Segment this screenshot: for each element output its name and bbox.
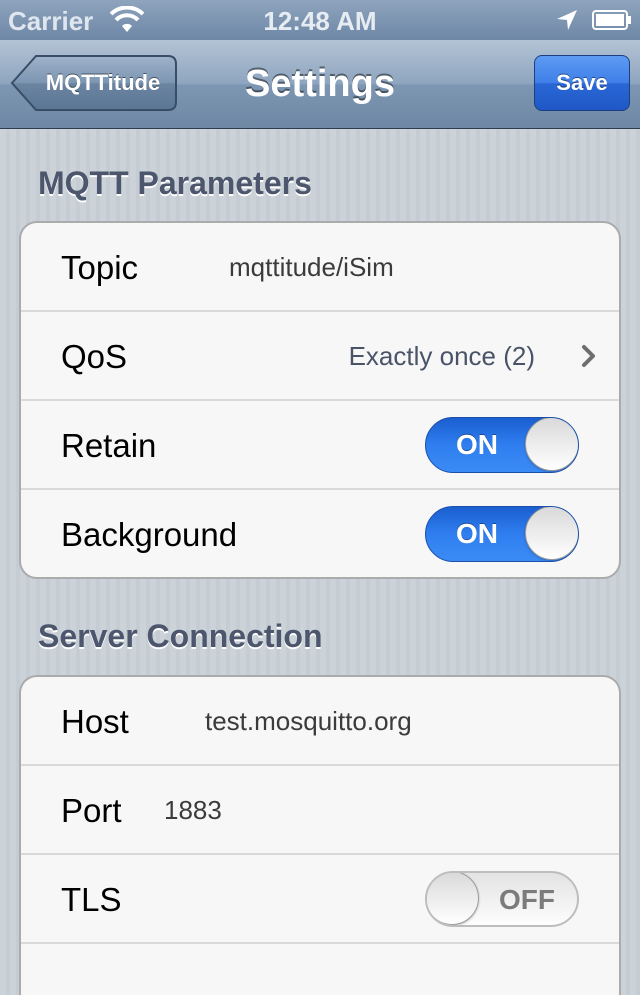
background-switch[interactable]: ON xyxy=(425,506,579,562)
retain-row: Retain ON xyxy=(21,401,619,490)
location-icon xyxy=(557,10,577,30)
port-row[interactable]: Port 1883 xyxy=(21,766,619,855)
retain-switch-label: ON xyxy=(456,429,498,460)
port-label: Port xyxy=(61,792,122,829)
retain-label: Retain xyxy=(61,427,157,464)
save-button[interactable]: Save xyxy=(534,55,630,111)
battery-icon xyxy=(592,10,631,30)
qos-label: QoS xyxy=(61,338,128,375)
switch-knob xyxy=(427,873,479,925)
host-field[interactable]: test.mosquitto.org xyxy=(205,677,412,766)
qos-value: Exactly once (2) xyxy=(348,341,535,371)
navigation-bar: MQTTitude Settings Save xyxy=(0,40,640,129)
tls-label: TLS xyxy=(61,881,122,918)
next-row xyxy=(21,944,619,995)
switch-knob xyxy=(525,507,578,560)
port-field[interactable]: 1883 xyxy=(164,766,222,855)
tls-switch-label: OFF xyxy=(499,884,555,915)
mqtt-parameters-group: Topic mqttitude/iSim QoS Exactly once (2… xyxy=(19,221,621,579)
server-connection-group: Host test.mosquitto.org Port 1883 TLS OF… xyxy=(19,675,621,995)
tls-switch[interactable]: OFF xyxy=(425,871,579,927)
retain-switch[interactable]: ON xyxy=(425,417,579,473)
topic-label: Topic xyxy=(61,249,139,286)
topic-field[interactable]: mqttitude/iSim xyxy=(229,223,394,312)
background-label: Background xyxy=(61,516,238,553)
status-bar: Carrier 12:48 AM xyxy=(0,0,640,40)
section-header-mqtt-parameters: MQTT Parameters xyxy=(38,165,312,201)
background-switch-label: ON xyxy=(456,518,498,549)
qos-row[interactable]: QoS Exactly once (2) xyxy=(21,312,619,401)
background-row: Background ON xyxy=(21,490,619,577)
section-header-server-connection: Server Connection xyxy=(38,618,323,654)
tls-row: TLS OFF xyxy=(21,855,619,944)
host-label: Host xyxy=(61,703,129,740)
back-button[interactable]: MQTTitude xyxy=(10,54,178,112)
host-row[interactable]: Host test.mosquitto.org xyxy=(21,677,619,766)
back-button-label: MQTTitude xyxy=(45,70,161,95)
clock: 12:48 AM xyxy=(263,6,377,36)
chevron-right-icon xyxy=(582,345,595,367)
switch-knob xyxy=(525,418,578,471)
topic-row[interactable]: Topic mqttitude/iSim xyxy=(21,223,619,312)
